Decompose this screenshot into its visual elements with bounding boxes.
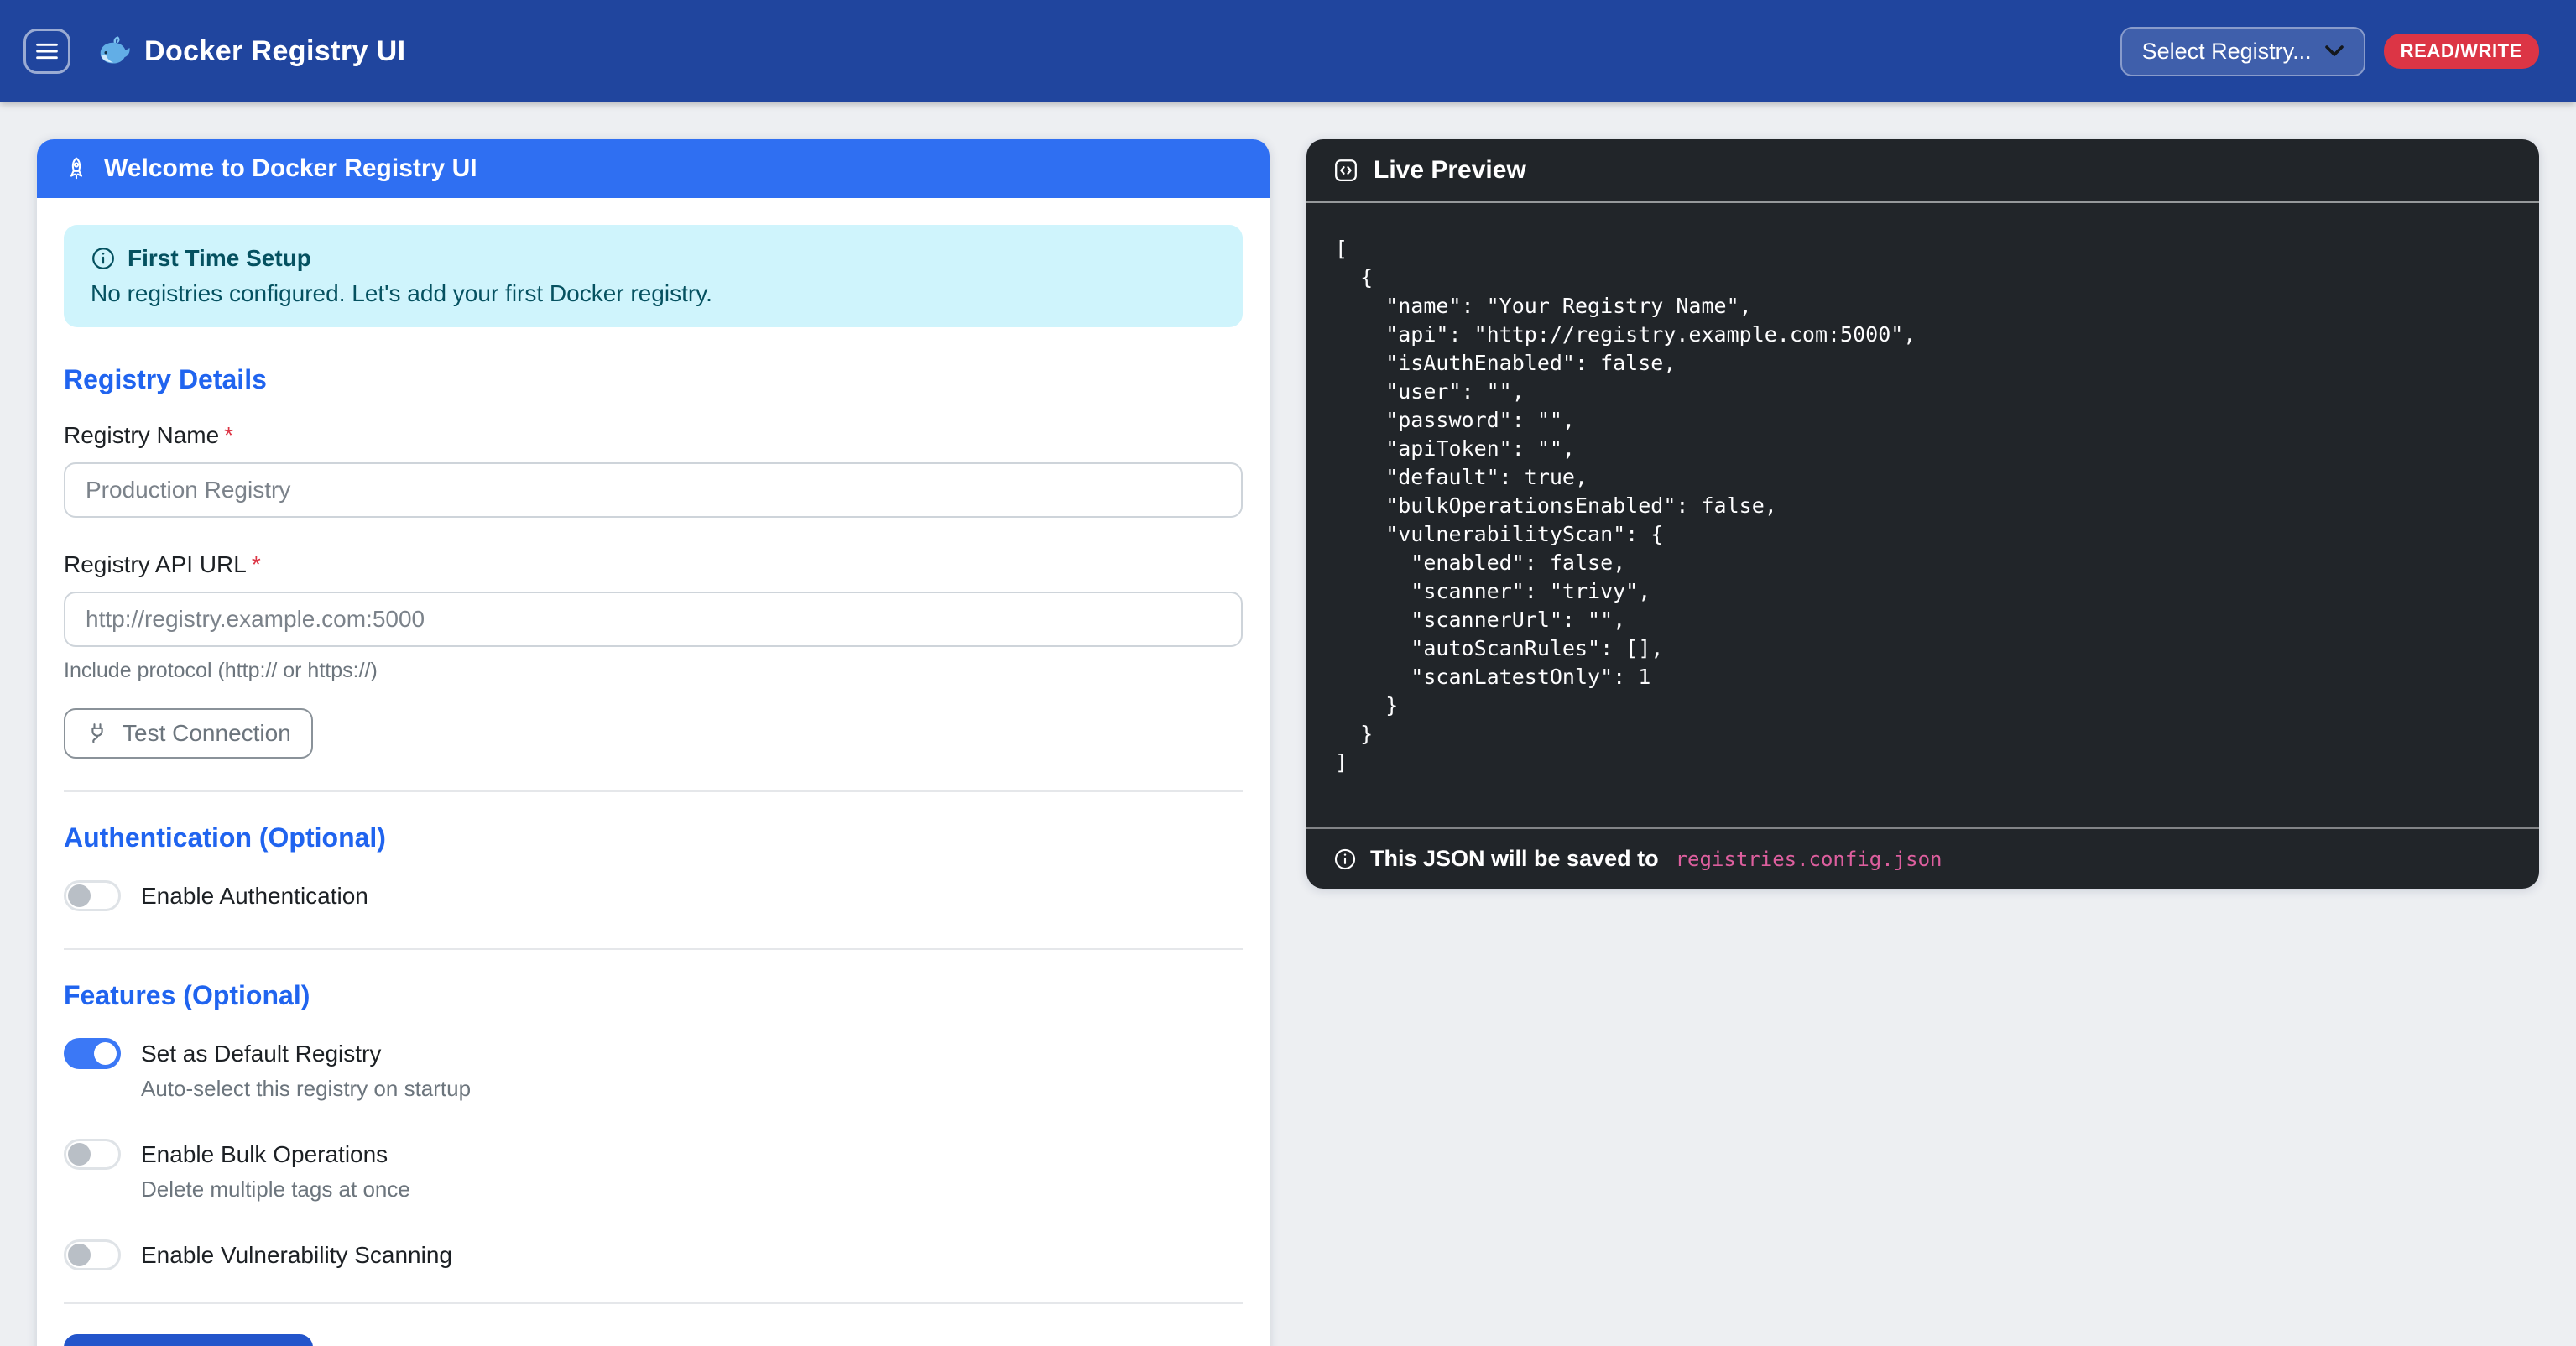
welcome-card: Welcome to Docker Registry UI First Time…	[37, 139, 1270, 1346]
bulk-operations-sublabel: Delete multiple tags at once	[141, 1176, 1243, 1203]
bulk-operations-toggle[interactable]	[64, 1139, 121, 1170]
toggle-knob	[68, 1244, 91, 1266]
first-time-setup-alert: First Time Setup No registries configure…	[64, 225, 1243, 327]
enable-auth-toggle[interactable]	[64, 880, 121, 911]
preview-footer-filename: registries.config.json	[1676, 848, 1942, 871]
live-preview-card: Live Preview [ { "name": "Your Registry …	[1306, 139, 2539, 889]
registry-url-help: Include protocol (http:// or https://)	[64, 659, 1243, 683]
main-content: Welcome to Docker Registry UI First Time…	[0, 102, 2576, 1346]
divider	[64, 790, 1243, 792]
menu-button[interactable]	[23, 29, 70, 74]
section-heading-registry-details: Registry Details	[64, 364, 1243, 395]
enable-auth-label[interactable]: Enable Authentication	[141, 883, 368, 910]
plug-icon	[86, 721, 109, 746]
chevron-down-icon	[2325, 45, 2344, 57]
registry-name-label-text: Registry Name	[64, 422, 219, 448]
bulk-operations-label[interactable]: Enable Bulk Operations	[141, 1141, 388, 1168]
registry-name-input[interactable]	[64, 462, 1243, 518]
vulnerability-scanning-label[interactable]: Enable Vulnerability Scanning	[141, 1242, 452, 1269]
top-navbar: Docker Registry UI Select Registry... RE…	[0, 0, 2576, 102]
enable-auth-row: Enable Authentication	[64, 880, 1243, 911]
test-connection-label: Test Connection	[123, 720, 291, 747]
welcome-card-header: Welcome to Docker Registry UI	[37, 139, 1270, 198]
registry-url-label: Registry API URL*	[64, 551, 1243, 578]
form-footer: Create Registry Config auto-saves toregi…	[64, 1334, 1243, 1346]
docker-whale-icon	[96, 36, 131, 66]
preview-footer-text: This JSON will be saved to	[1370, 846, 1659, 872]
default-registry-group: Set as Default Registry Auto-select this…	[64, 1038, 1243, 1102]
vulnerability-scanning-group: Enable Vulnerability Scanning	[64, 1239, 1243, 1270]
required-asterisk: *	[252, 551, 261, 577]
divider	[64, 948, 1243, 950]
info-circle-icon	[91, 246, 116, 271]
vulnerability-scanning-toggle[interactable]	[64, 1239, 121, 1270]
welcome-card-title: Welcome to Docker Registry UI	[104, 154, 477, 183]
live-preview-title: Live Preview	[1374, 156, 1526, 185]
default-registry-row: Set as Default Registry	[64, 1038, 1243, 1069]
hamburger-icon	[36, 42, 58, 60]
test-connection-button[interactable]: Test Connection	[64, 708, 313, 759]
bulk-operations-row: Enable Bulk Operations	[64, 1139, 1243, 1170]
registry-select[interactable]: Select Registry...	[2120, 27, 2365, 76]
alert-title: First Time Setup	[128, 245, 311, 272]
required-asterisk: *	[224, 422, 233, 448]
registry-select-label: Select Registry...	[2142, 39, 2312, 65]
default-registry-sublabel: Auto-select this registry on startup	[141, 1076, 1243, 1102]
toggle-knob	[68, 1143, 91, 1166]
registry-url-input[interactable]	[64, 592, 1243, 647]
welcome-card-body: First Time Setup No registries configure…	[37, 198, 1270, 1346]
section-heading-authentication: Authentication (Optional)	[64, 822, 1243, 853]
info-circle-icon	[1333, 848, 1357, 871]
rocket-icon	[64, 156, 89, 181]
json-preview-code: [ { "name": "Your Registry Name", "api":…	[1306, 203, 2539, 827]
toggle-knob	[94, 1042, 117, 1065]
app-title: Docker Registry UI	[144, 35, 405, 68]
registry-name-field-group: Registry Name*	[64, 422, 1243, 518]
alert-message: No registries configured. Let's add your…	[91, 280, 1216, 307]
live-preview-header: Live Preview	[1306, 139, 2539, 203]
vulnerability-scanning-row: Enable Vulnerability Scanning	[64, 1239, 1243, 1270]
create-registry-button[interactable]: Create Registry	[64, 1334, 313, 1346]
toggle-knob	[68, 884, 91, 907]
alert-title-row: First Time Setup	[91, 245, 1216, 272]
app-root: Docker Registry UI Select Registry... RE…	[0, 0, 2576, 1346]
access-mode-badge: READ/WRITE	[2384, 34, 2539, 69]
registry-name-label: Registry Name*	[64, 422, 1243, 449]
section-heading-features: Features (Optional)	[64, 980, 1243, 1011]
code-square-icon	[1333, 158, 1358, 183]
default-registry-toggle[interactable]	[64, 1038, 121, 1069]
registry-url-label-text: Registry API URL	[64, 551, 247, 577]
divider	[64, 1302, 1243, 1304]
default-registry-label[interactable]: Set as Default Registry	[141, 1041, 381, 1067]
bulk-operations-group: Enable Bulk Operations Delete multiple t…	[64, 1139, 1243, 1203]
live-preview-footer: This JSON will be saved to registries.con…	[1306, 827, 2539, 889]
registry-url-field-group: Registry API URL* Include protocol (http…	[64, 551, 1243, 683]
